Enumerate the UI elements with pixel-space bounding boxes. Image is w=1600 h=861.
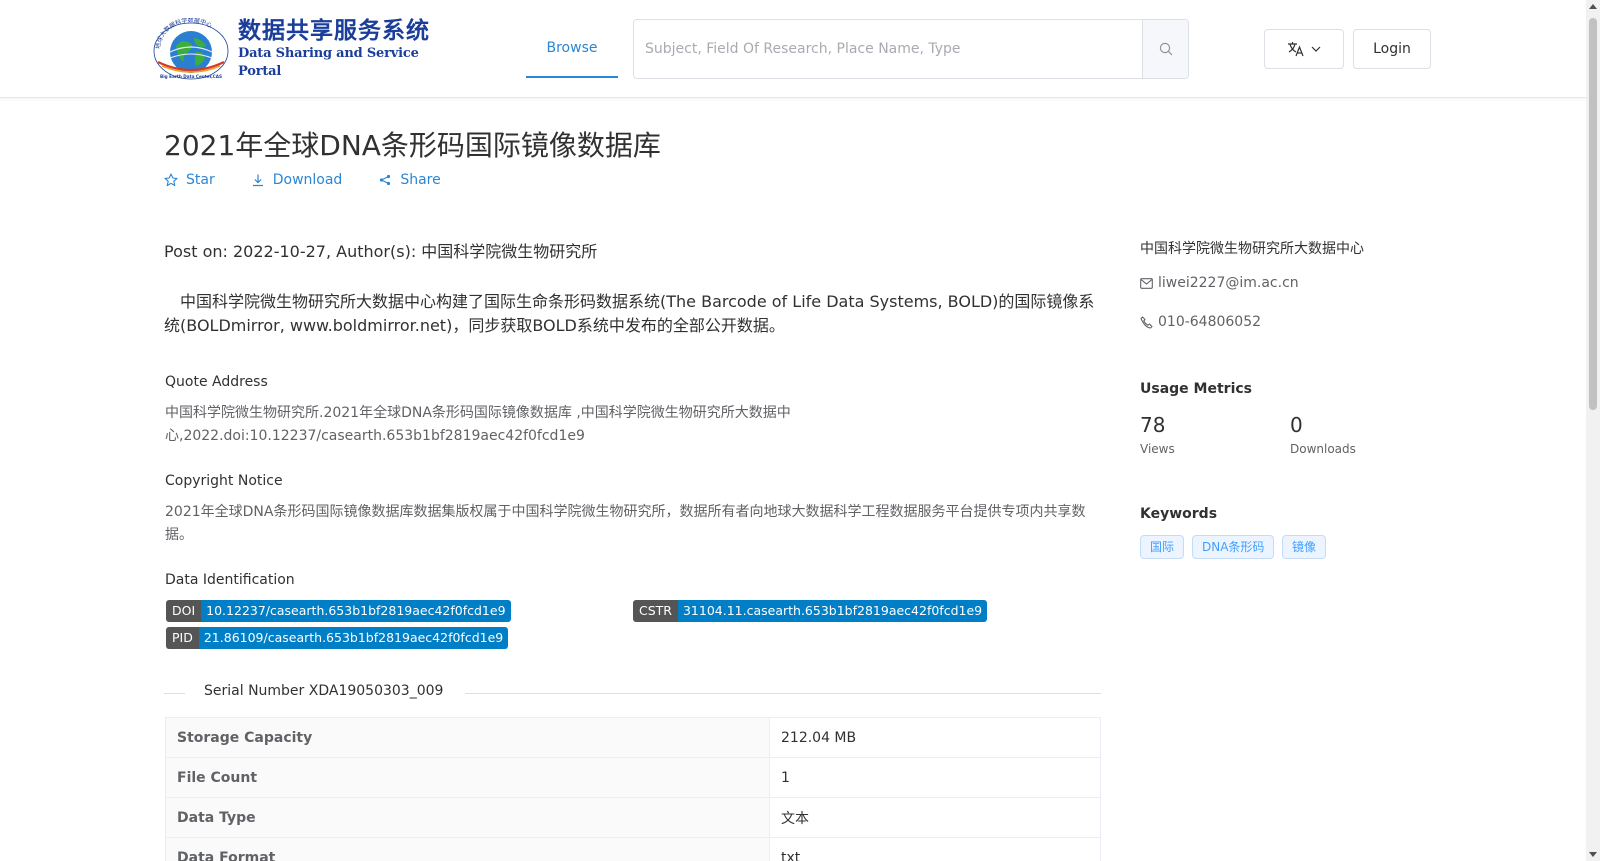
pid-badge-value: 21.86109/casearth.653b1bf2819aec42f0fcd1… bbox=[198, 627, 509, 649]
mail-icon bbox=[1140, 277, 1153, 289]
cstr-badge-value: 31104.11.casearth.653b1bf2819aec42f0fcd1… bbox=[677, 600, 988, 622]
star-button[interactable]: Star bbox=[164, 172, 215, 188]
globe-logo-icon: 地球大数据科学数据中心 Big Earth Data Center,CAS bbox=[153, 18, 229, 80]
chevron-down-icon bbox=[1311, 46, 1321, 52]
nav-browse-tab[interactable]: Browse bbox=[526, 24, 618, 78]
cstr-badge[interactable]: CSTR 31104.11.casearth.653b1bf2819aec42f… bbox=[633, 600, 988, 622]
divider-right bbox=[465, 693, 1101, 694]
dataset-description: 中国科学院微生物研究所大数据中心构建了国际生命条形码数据系统(The Barco… bbox=[164, 292, 1095, 335]
language-switch-button[interactable] bbox=[1264, 29, 1344, 69]
copyright-label: Copyright Notice bbox=[165, 473, 283, 489]
table-row: Data Format txt bbox=[165, 837, 1101, 861]
quote-line-2: 心,2022.doi:10.12237/casearth.653b1bf2819… bbox=[165, 427, 585, 444]
dataset-actions: Star Download Share bbox=[164, 172, 477, 188]
scroll-up-arrow-icon[interactable] bbox=[1589, 4, 1597, 9]
cstr-badge-key: CSTR bbox=[633, 600, 678, 622]
data-identification-label: Data Identification bbox=[165, 572, 295, 588]
post-meta: Post on: 2022-10-27, Author(s): 中国科学院微生物… bbox=[164, 242, 598, 261]
share-icon bbox=[380, 174, 391, 186]
pid-badge-key: PID bbox=[166, 627, 199, 649]
table-row: Data Type 文本 bbox=[165, 797, 1101, 838]
quote-line-1: 中国科学院微生物研究所.2021年全球DNA条形码国际镜像数据库 ,中国科学院微… bbox=[165, 405, 791, 421]
search-input[interactable] bbox=[634, 20, 1142, 78]
serial-number: Serial Number XDA19050303_009 bbox=[204, 683, 444, 699]
property-value: 212.04 MB bbox=[769, 717, 1101, 758]
keyword-tag[interactable]: 国际 bbox=[1140, 535, 1185, 559]
keyword-tag[interactable]: 镜像 bbox=[1282, 535, 1327, 559]
star-label: Star bbox=[186, 172, 215, 188]
table-row: File Count 1 bbox=[165, 757, 1101, 798]
contact-phone[interactable]: 010-64806052 bbox=[1140, 314, 1261, 330]
scroll-thumb[interactable] bbox=[1589, 18, 1597, 410]
property-key: Storage Capacity bbox=[165, 717, 770, 758]
translate-icon bbox=[1288, 42, 1304, 57]
contact-email[interactable]: liwei2227@im.ac.cn bbox=[1140, 275, 1299, 291]
property-value: txt bbox=[769, 837, 1101, 861]
properties-table: Storage Capacity 212.04 MB File Count 1 … bbox=[165, 717, 1101, 861]
usage-metrics-heading: Usage Metrics bbox=[1140, 381, 1252, 397]
phone-icon bbox=[1140, 315, 1153, 329]
share-label: Share bbox=[400, 172, 441, 188]
copyright-text: 2021年全球DNA条形码国际镜像数据库数据集版权属于中国科学院微生物研究所，数… bbox=[165, 504, 1086, 543]
contact-phone-text: 010-64806052 bbox=[1158, 314, 1262, 330]
page-scrollbar[interactable] bbox=[1586, 0, 1600, 861]
property-key: File Count bbox=[165, 757, 770, 798]
star-icon bbox=[164, 173, 178, 187]
property-value: 1 bbox=[769, 757, 1101, 798]
property-value: 文本 bbox=[769, 797, 1101, 838]
doi-badge[interactable]: DOI 10.12237/casearth.653b1bf2819aec42f0… bbox=[166, 600, 511, 622]
download-icon bbox=[252, 174, 263, 187]
property-key: Data Type bbox=[165, 797, 770, 838]
share-button[interactable]: Share bbox=[378, 172, 441, 188]
logo-title-cn: 数据共享服务系统 bbox=[238, 18, 430, 44]
doi-badge-key: DOI bbox=[166, 600, 202, 622]
download-button[interactable]: Download bbox=[251, 172, 343, 188]
organization-name: 中国科学院微生物研究所大数据中心 bbox=[1140, 241, 1364, 257]
logo-text: 数据共享服务系统 Data Sharing and Service Portal bbox=[238, 17, 442, 81]
site-logo[interactable]: 地球大数据科学数据中心 Big Earth Data Center,CAS 数据… bbox=[152, 18, 442, 80]
search-icon bbox=[1159, 42, 1172, 56]
search-bar bbox=[633, 19, 1189, 79]
download-label: Download bbox=[272, 172, 343, 188]
views-count: 78 bbox=[1140, 413, 1166, 437]
dataset-title: 2021年全球DNA条形码国际镜像数据库 bbox=[164, 129, 661, 162]
svg-text:Big Earth Data Center,CAS: Big Earth Data Center,CAS bbox=[160, 74, 222, 79]
property-key: Data Format bbox=[165, 837, 770, 861]
search-button[interactable] bbox=[1142, 20, 1188, 78]
pid-badge[interactable]: PID 21.86109/casearth.653b1bf2819aec42f0… bbox=[166, 627, 509, 649]
contact-email-text: liwei2227@im.ac.cn bbox=[1158, 275, 1299, 291]
logo-title-en: Data Sharing and Service Portal bbox=[238, 46, 419, 79]
keywords-heading: Keywords bbox=[1140, 506, 1218, 522]
downloads-label: Downloads bbox=[1290, 442, 1356, 456]
doi-badge-value: 10.12237/casearth.653b1bf2819aec42f0fcd1… bbox=[201, 600, 511, 622]
downloads-count: 0 bbox=[1290, 413, 1303, 437]
quote-address-text: 中国科学院微生物研究所.2021年全球DNA条形码国际镜像数据库 ,中国科学院微… bbox=[165, 402, 1089, 447]
scroll-down-arrow-icon[interactable] bbox=[1589, 852, 1597, 857]
quote-address-label: Quote Address bbox=[165, 374, 268, 390]
keyword-tag[interactable]: DNA条形码 bbox=[1192, 535, 1275, 559]
views-label: Views bbox=[1140, 442, 1175, 456]
table-row: Storage Capacity 212.04 MB bbox=[165, 717, 1101, 758]
divider-left bbox=[164, 693, 185, 694]
top-header: 地球大数据科学数据中心 Big Earth Data Center,CAS 数据… bbox=[0, 0, 1586, 98]
login-button[interactable]: Login bbox=[1353, 29, 1431, 69]
